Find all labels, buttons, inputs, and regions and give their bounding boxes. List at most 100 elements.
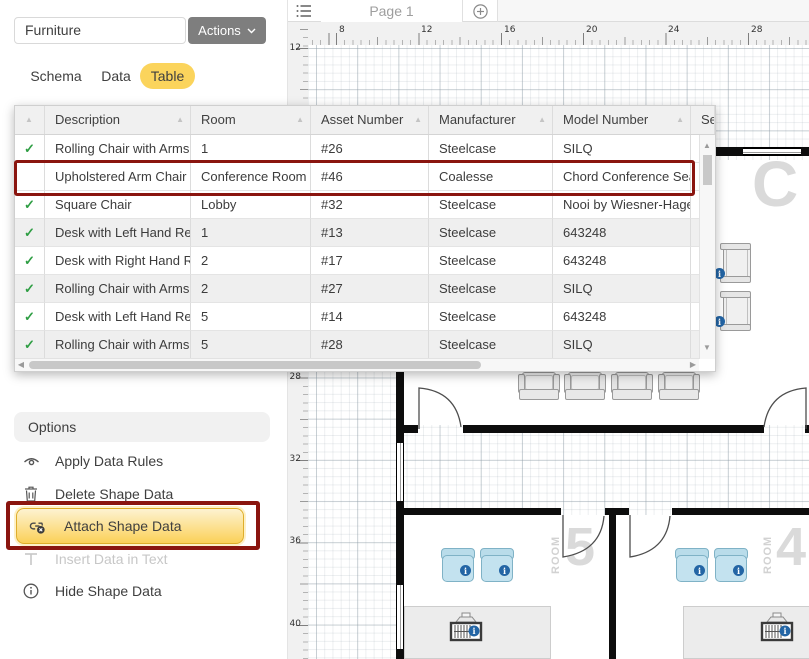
table-cell[interactable]: Rolling Chair with Arms... (45, 331, 191, 359)
table-cell[interactable]: Steelcase (429, 247, 553, 275)
table-cell[interactable]: SILQ (553, 331, 691, 359)
table-cell[interactable]: #32 (311, 191, 429, 219)
wall-conference-bottom (805, 425, 809, 433)
column-header-room[interactable]: Room▲ (191, 106, 311, 134)
blue-chair-shape[interactable] (441, 548, 475, 582)
table-cell[interactable]: #13 (311, 219, 429, 247)
tab-schema[interactable]: Schema (28, 63, 84, 89)
sort-icon[interactable]: ▲ (176, 106, 184, 134)
page-list-icon[interactable] (294, 2, 314, 20)
table-cell[interactable]: SILQ (553, 135, 691, 163)
sort-icon[interactable]: ▲ (296, 106, 304, 134)
table-cell[interactable]: #46 (311, 163, 429, 191)
column-header-linked[interactable]: ▲ (15, 106, 45, 134)
table-cell[interactable]: Steelcase (429, 331, 553, 359)
table-row[interactable]: Desk with Right Hand R...2#17Steelcase64… (15, 247, 699, 275)
table-cell[interactable]: Rolling Chair with Arms... (45, 275, 191, 303)
table-row[interactable]: Desk with Left Hand Re...5#14Steelcase64… (15, 303, 699, 331)
blue-chair-shape[interactable] (675, 548, 709, 582)
info-badge-icon[interactable] (460, 565, 471, 576)
tab-data[interactable]: Data (96, 63, 136, 89)
table-cell[interactable]: Steelcase (429, 303, 553, 331)
horizontal-scrollbar[interactable]: ◀ ▶ (15, 358, 699, 371)
info-badge-icon[interactable] (694, 565, 705, 576)
attach-shape-data-button[interactable]: Attach Shape Data (16, 508, 244, 544)
info-badge-icon[interactable] (499, 565, 510, 576)
table-cell[interactable]: 643248 (553, 303, 691, 331)
table-cell[interactable]: Desk with Left Hand Re... (45, 303, 191, 331)
table-cell[interactable]: #26 (311, 135, 429, 163)
conference-chair-shape[interactable] (611, 372, 653, 400)
vertical-scrollbar[interactable]: ▲ ▼ (699, 135, 715, 359)
table-cell[interactable]: Chord Conference Seat... (553, 163, 691, 191)
horizontal-scroll-thumb[interactable] (29, 361, 481, 369)
column-header-description[interactable]: Description▲ (45, 106, 191, 134)
table-cell[interactable]: Upholstered Arm Chair (45, 163, 191, 191)
sort-icon[interactable]: ▲ (414, 106, 422, 134)
scroll-down-icon[interactable]: ▼ (701, 343, 713, 353)
table-cell[interactable]: #27 (311, 275, 429, 303)
delete-shape-data-item[interactable]: Delete Shape Data (14, 479, 270, 509)
table-cell[interactable]: Lobby (191, 191, 311, 219)
column-header-asset-number[interactable]: Asset Number▲ (311, 106, 429, 134)
tab-table[interactable]: Table (140, 63, 195, 89)
hide-shape-data-item[interactable]: Hide Shape Data (14, 576, 270, 606)
conference-chair-shape[interactable] (564, 372, 606, 400)
page-tab[interactable]: Page 1 (321, 0, 462, 22)
info-badge-icon[interactable] (733, 565, 744, 576)
conference-chair-shape[interactable] (658, 372, 700, 400)
blue-chair-shape[interactable] (480, 548, 514, 582)
table-cell[interactable]: Steelcase (429, 191, 553, 219)
table-cell[interactable]: Coalesse (429, 163, 553, 191)
table-cell[interactable]: SILQ (553, 275, 691, 303)
table-cell[interactable]: Square Chair (45, 191, 191, 219)
table-cell[interactable]: 5 (191, 303, 311, 331)
printer-shape[interactable]: i (759, 612, 795, 643)
sort-icon[interactable]: ▲ (25, 106, 33, 134)
table-cell[interactable]: Nooi by Wiesner-Hager (553, 191, 691, 219)
table-cell[interactable]: Steelcase (429, 135, 553, 163)
actions-button[interactable]: Actions (188, 17, 266, 44)
scroll-right-icon[interactable]: ▶ (687, 360, 699, 370)
sort-icon[interactable]: ▲ (538, 106, 546, 134)
scroll-up-icon[interactable]: ▲ (701, 141, 713, 151)
conference-chair-shape[interactable] (518, 372, 560, 400)
table-row[interactable]: Upholstered Arm ChairConference Room#46C… (15, 163, 699, 191)
add-page-icon[interactable] (470, 2, 490, 20)
table-cell[interactable]: 2 (191, 247, 311, 275)
table-cell[interactable]: 643248 (553, 247, 691, 275)
table-cell[interactable]: 1 (191, 219, 311, 247)
room4-number-label: 4 (776, 520, 806, 574)
table-cell[interactable]: Rolling Chair with Arms... (45, 135, 191, 163)
printer-shape[interactable]: i (448, 612, 484, 643)
table-cell[interactable]: 2 (191, 275, 311, 303)
vertical-scroll-thumb[interactable] (703, 155, 712, 185)
scroll-left-icon[interactable]: ◀ (15, 360, 27, 370)
column-header-se[interactable]: Se (691, 106, 715, 134)
table-cell[interactable]: Desk with Left Hand Re... (45, 219, 191, 247)
table-row[interactable]: Square ChairLobby#32SteelcaseNooi by Wie… (15, 191, 699, 219)
table-row[interactable]: Rolling Chair with Arms...2#27SteelcaseS… (15, 275, 699, 303)
column-header-model-number[interactable]: Model Number▲ (553, 106, 691, 134)
table-cell[interactable]: #14 (311, 303, 429, 331)
tabbar-divider (462, 0, 463, 22)
table-cell[interactable]: #28 (311, 331, 429, 359)
armchair-shape[interactable] (717, 243, 751, 283)
table-cell[interactable]: 5 (191, 331, 311, 359)
table-cell[interactable]: 643248 (553, 219, 691, 247)
sort-icon[interactable]: ▲ (676, 106, 684, 134)
table-cell[interactable]: 1 (191, 135, 311, 163)
column-header-manufacturer[interactable]: Manufacturer▲ (429, 106, 553, 134)
blue-chair-shape[interactable] (714, 548, 748, 582)
table-row[interactable]: Rolling Chair with Arms...5#28SteelcaseS… (15, 331, 699, 359)
table-row[interactable]: Rolling Chair with Arms...1#26SteelcaseS… (15, 135, 699, 163)
table-cell[interactable]: Steelcase (429, 275, 553, 303)
armchair-shape[interactable] (717, 291, 751, 331)
table-cell[interactable]: Steelcase (429, 219, 553, 247)
table-cell[interactable]: Desk with Right Hand R... (45, 247, 191, 275)
apply-data-rules-item[interactable]: Apply Data Rules (14, 446, 270, 476)
dataset-name-input[interactable]: Furniture (14, 17, 186, 44)
table-cell[interactable]: #17 (311, 247, 429, 275)
table-row[interactable]: Desk with Left Hand Re...1#13Steelcase64… (15, 219, 699, 247)
table-cell[interactable]: Conference Room (191, 163, 311, 191)
